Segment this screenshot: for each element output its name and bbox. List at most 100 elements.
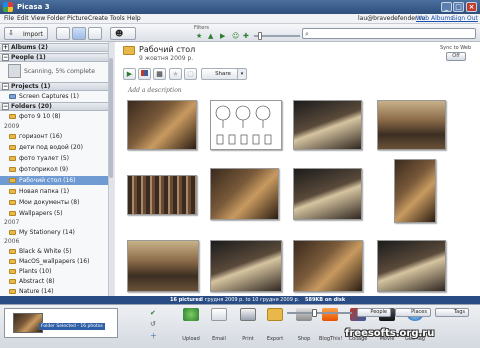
- import-button[interactable]: ⇩ Import: [4, 27, 48, 40]
- sidebar-folder-item[interactable]: фотоприкол (9): [0, 165, 108, 174]
- photo-thumbnail[interactable]: [377, 100, 446, 150]
- folder-icon: [9, 134, 16, 139]
- selection-tray[interactable]: Folder Selected - 16 photos: [4, 308, 118, 338]
- project-icon: [9, 94, 16, 99]
- scanning-face-icon: [8, 64, 21, 78]
- tags-button[interactable]: Tags: [435, 308, 469, 317]
- photo-thumbnail[interactable]: [293, 240, 363, 292]
- search-input[interactable]: ⌕: [302, 28, 476, 39]
- photo-thumbnail[interactable]: [293, 168, 362, 220]
- filter-faces-icon[interactable]: ☺: [232, 32, 239, 40]
- star-button[interactable]: ★: [169, 68, 182, 80]
- sidebar-item-screen-captures[interactable]: Screen Captures (1): [0, 92, 108, 101]
- slideshow-button[interactable]: ▶: [123, 68, 136, 80]
- thumbnail-size-slider[interactable]: [287, 312, 352, 314]
- menu-picture[interactable]: Picture: [67, 15, 88, 22]
- chevron-down-icon[interactable]: ▾: [237, 68, 247, 80]
- shop-cart-icon[interactable]: [296, 308, 312, 321]
- sidebar-folder-item[interactable]: фото туалет (5): [0, 154, 108, 163]
- sidebar-folder-item[interactable]: Plants (10): [0, 267, 108, 276]
- minimize-button[interactable]: _: [441, 2, 452, 12]
- sidebar-scroll-thumb[interactable]: [109, 58, 113, 178]
- sign-out-link[interactable]: Sign Out: [452, 15, 478, 22]
- upload-button[interactable]: ▢: [184, 68, 197, 80]
- folders-section-header[interactable]: − Folders (20): [0, 102, 108, 111]
- photo-thumbnail[interactable]: [127, 175, 197, 215]
- collapse-icon[interactable]: −: [2, 103, 9, 110]
- account-email: lau@bravedefender.ru: [358, 15, 426, 22]
- albums-section-header[interactable]: + Albums (2): [0, 43, 108, 52]
- menu-tools[interactable]: Tools: [110, 15, 125, 22]
- photo-thumbnail[interactable]: [210, 168, 279, 220]
- menu-folder[interactable]: Folder: [47, 15, 66, 22]
- photo-thumbnail[interactable]: [394, 159, 436, 223]
- projects-section-header[interactable]: − Projects (1): [0, 82, 108, 91]
- view-edit-button[interactable]: [88, 27, 102, 40]
- sync-to-web-label: Sync to Web: [440, 45, 472, 51]
- menu-edit[interactable]: Edit: [17, 15, 29, 22]
- close-button[interactable]: ×: [466, 2, 477, 12]
- sidebar-folder-item[interactable]: Wallpapers (5): [0, 209, 108, 218]
- filter-slider-knob[interactable]: [258, 32, 262, 40]
- sidebar-folder-item[interactable]: MacOS_wallpapers (16): [0, 257, 108, 266]
- clear-icon[interactable]: ↺: [150, 320, 156, 328]
- album-folder-icon: [123, 46, 135, 55]
- photo-thumbnail[interactable]: [293, 100, 362, 150]
- sidebar-folder-item[interactable]: горизонт (16): [0, 132, 108, 141]
- sidebar-folder-item[interactable]: Мои документы (8): [0, 198, 108, 207]
- photo-thumbnail[interactable]: [127, 100, 197, 150]
- photo-thumbnail[interactable]: [377, 240, 446, 292]
- maximize-button[interactable]: □: [453, 2, 464, 12]
- export-folder-icon[interactable]: [267, 308, 283, 321]
- picasa-app-icon: [3, 2, 13, 12]
- edit-folder-button[interactable]: ▦: [153, 68, 166, 80]
- view-thumbnails-button[interactable]: [72, 27, 86, 40]
- add-to-album-icon[interactable]: ＋: [150, 331, 157, 341]
- upload-icon[interactable]: [183, 308, 199, 321]
- filter-movies-icon[interactable]: ▶: [220, 32, 225, 40]
- album-description-field[interactable]: Add a description: [128, 87, 182, 94]
- photo-thumbnail[interactable]: [127, 240, 199, 292]
- menu-help[interactable]: Help: [127, 15, 141, 22]
- sidebar-folder-item[interactable]: фото 9 10 (8): [0, 112, 108, 121]
- sketch-drawing: [215, 105, 272, 145]
- folder-icon: [9, 230, 16, 235]
- sidebar-folder-item[interactable]: Black & White (5): [0, 247, 108, 256]
- filter-upload-icon[interactable]: ▲: [208, 32, 213, 40]
- sidebar-folder-item[interactable]: Новая папка (1): [0, 187, 108, 196]
- thumbnail-size-knob[interactable]: [312, 309, 317, 317]
- sidebar-folder-item[interactable]: My Stationery (14): [0, 228, 108, 237]
- window-title: Picasa 3: [17, 3, 50, 11]
- filter-starred-icon[interactable]: ★: [196, 32, 202, 40]
- sidebar-folder-item[interactable]: Nature (14): [0, 287, 108, 296]
- people-button[interactable]: People: [357, 308, 391, 317]
- sidebar-folder-item-selected[interactable]: Рабочий стол (16): [0, 176, 108, 185]
- collapse-icon[interactable]: −: [2, 54, 9, 61]
- photo-thumbnail[interactable]: [210, 100, 282, 150]
- menu-create[interactable]: Create: [88, 15, 108, 22]
- people-section-header[interactable]: − People (1): [0, 53, 108, 62]
- web-albums-link[interactable]: Web Albums: [416, 15, 453, 22]
- menu-view[interactable]: View: [31, 15, 45, 22]
- year-label: 2006: [4, 238, 20, 245]
- places-button[interactable]: Places: [395, 308, 431, 317]
- print-icon[interactable]: [240, 308, 256, 321]
- view-library-button[interactable]: [56, 27, 70, 40]
- blogger-icon[interactable]: [322, 308, 338, 321]
- email-icon[interactable]: [211, 308, 227, 321]
- filter-geotag-icon[interactable]: ✚: [243, 32, 249, 40]
- collapse-icon[interactable]: −: [2, 83, 9, 90]
- sidebar-folder-item[interactable]: дети под водой (20): [0, 143, 108, 152]
- album-date: 9 жовтня 2009 р.: [139, 55, 194, 62]
- photo-thumbnail[interactable]: [210, 240, 282, 292]
- hold-icon[interactable]: ✔: [150, 309, 156, 317]
- people-view-button[interactable]: ☻: [110, 27, 136, 40]
- album-title[interactable]: Рабочий стол: [139, 45, 195, 54]
- collage-icon[interactable]: [138, 68, 151, 80]
- menu-file[interactable]: File: [4, 15, 14, 22]
- shop-label: Shop: [297, 336, 311, 342]
- expand-icon[interactable]: +: [2, 44, 9, 51]
- sidebar-folder-item[interactable]: Abstract (8): [0, 277, 108, 286]
- sync-to-web-toggle[interactable]: Off: [446, 52, 466, 61]
- menu-bar: File Edit View Folder Picture Create Too…: [0, 14, 480, 24]
